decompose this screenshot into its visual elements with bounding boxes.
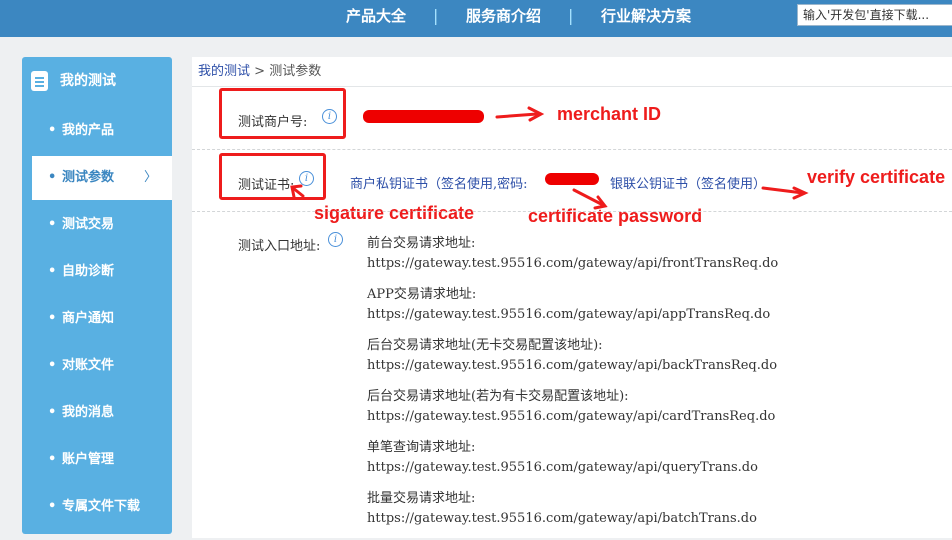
arrow-merchant-id: [495, 112, 539, 119]
annotation-arrows: [290, 106, 809, 210]
